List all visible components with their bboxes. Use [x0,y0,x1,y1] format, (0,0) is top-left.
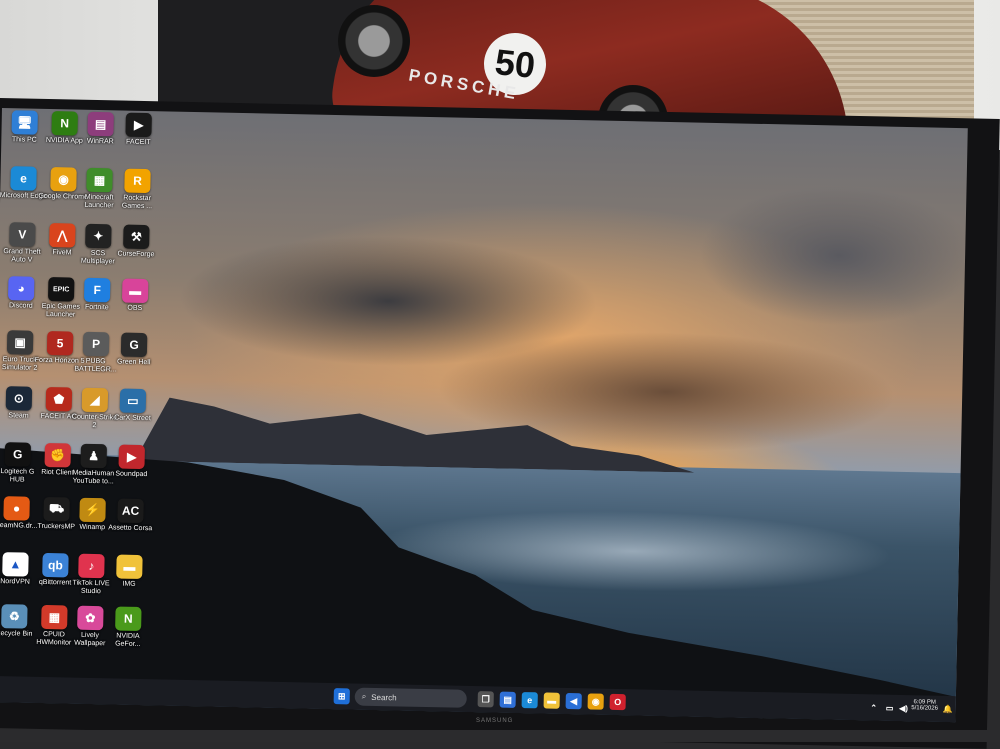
forza-icon: 5 [46,330,74,356]
minecraft-icon: ▦ [86,167,113,193]
discord-icon: ◕ [7,276,35,301]
faceit-ac-icon: ⬟ [45,386,73,412]
winamp-icon: ⚡ [79,497,106,523]
taskbar-clock[interactable]: 6:09 PM 5/16/2026 [910,699,940,712]
nvidia-geforce-icon: N [115,606,142,632]
desktop-shortcut[interactable]: G Green Hell [110,332,157,389]
tray-chevron-icon[interactable]: ⌃ [865,699,881,715]
desktop-shortcut-label: Soundpad [115,470,148,479]
desktop-shortcut-label: Assetto Corsa [108,524,153,533]
taskbar-search[interactable]: ⌕ Search [354,687,467,708]
notification-bell-icon[interactable]: 🔔 [939,701,955,717]
desktop-shortcut-label: IMG [122,580,136,588]
obs-icon: ▬ [121,278,149,304]
qbittorrent-icon: qb [42,552,69,578]
car-wheel-front [338,5,410,77]
desktop-shortcut[interactable]: ▬ IMG [106,554,153,611]
winrar-icon: ▤ [87,111,114,137]
soundpad-icon: ▶ [118,444,145,470]
desktop-shortcut[interactable]: R Rockstar Games ... [114,168,161,225]
beamng-icon: ● [3,496,30,521]
edge-taskbar-icon[interactable]: e [521,692,538,709]
steam-icon: ⊙ [5,386,33,411]
soundpad-taskbar-icon[interactable]: ◀ [565,692,582,710]
desktop-shortcut[interactable]: ▬ OBS [111,278,158,335]
pubg-icon: P [82,331,110,357]
gta5-icon: V [9,222,36,247]
chrome-taskbar-icon[interactable]: ◉ [587,693,604,710]
fortnite-icon: F [83,277,111,303]
search-icon: ⌕ [361,691,367,701]
desktop-shortcut[interactable]: ⚒ CurseForge [112,224,159,281]
green-hell-icon: G [120,332,148,358]
file-explorer-icon[interactable]: ▬ [543,692,560,709]
rockstar-icon: R [124,168,151,194]
curseforge-icon: ⚒ [123,224,150,250]
scs-multiplayer-icon: ✦ [85,223,112,249]
fivem-icon: ⋀ [49,223,76,248]
desktop-shortcut-label: CurseForge [117,250,155,259]
monitor-brand: SAMSUNG [476,718,514,724]
recycle-bin-icon: ♻ [1,604,28,629]
desktop-shortcut[interactable]: ▭ CarX Street [109,388,156,445]
counter-strike-icon: ◢ [81,387,109,413]
desk [0,730,1000,742]
chrome-icon: ◉ [50,167,77,192]
carx-street-icon: ▭ [119,388,147,414]
desktop-shortcut-label: Green Hell [116,358,151,367]
desktop-shortcut[interactable]: N NVIDIA GeFor... [104,606,151,663]
desktop-shortcut-label: CarX Street [114,414,151,423]
euro-truck-icon: ▣ [6,330,34,355]
desktop-shortcut-label: NVIDIA GeFor... [115,632,141,649]
assetto-corsa-icon: AC [117,498,144,524]
faceit-icon: ▶ [125,112,152,138]
truckersmp-icon: ⛟ [43,496,70,522]
tiktok-live-icon: ♪ [78,553,105,579]
this-pc-icon: 🖥 [11,110,38,135]
desktop-shortcut-label: FACEIT [125,138,151,147]
store-icon[interactable]: ▤ [499,691,516,708]
search-label: Search [371,692,397,702]
lively-wallpaper-icon: ✿ [77,605,104,631]
desktop-shortcut[interactable]: ▶ Soundpad [108,444,155,501]
desktop-shortcut-label: OBS [127,304,143,312]
epic-games-icon: EPIC [47,277,75,302]
task-view-icon[interactable]: ❐ [477,691,494,708]
desktop-shortcut[interactable]: ▶ FACEIT [115,112,162,169]
logitech-ghub-icon: G [4,442,31,467]
taskbar-date: 5/16/2026 [911,705,939,712]
nvidia-app-icon: N [51,111,78,136]
nordvpn-icon: ▲ [2,552,29,577]
hwmonitor-icon: ▦ [41,604,68,630]
desktop-shortcut[interactable]: AC Assetto Corsa [107,498,154,555]
opera-icon[interactable]: O [609,693,626,711]
desktop-shortcut-label: Rockstar Games ... [121,194,153,211]
img-folder-icon: ▬ [116,554,143,580]
desktop: 🖥 This PC N NVIDIA App ▤ WinRAR ▶ FACEIT e Micros… [0,108,968,723]
start-windows-icon[interactable]: ⊞ [333,688,350,705]
riot-client-icon: ✊ [44,442,71,468]
mediahuman-icon: ♟ [80,443,107,469]
edge-icon: e [10,166,37,191]
